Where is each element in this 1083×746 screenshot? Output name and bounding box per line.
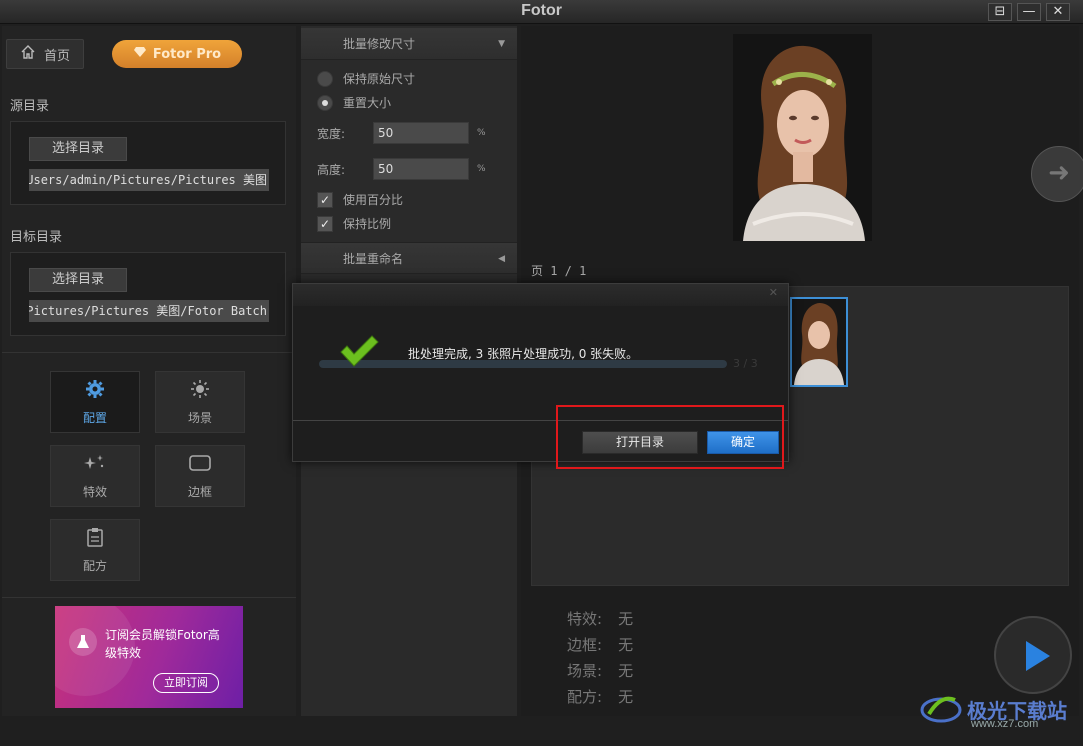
expand-arrow-icon: ◀ (498, 254, 505, 264)
home-label: 首页 (43, 48, 70, 64)
resize-label: 重置大小 (343, 96, 392, 110)
tool-scene-label: 场景 (187, 410, 212, 425)
height-row: 高度: 50 % (317, 158, 486, 180)
tool-effects-label: 特效 (82, 484, 107, 499)
info-row-scene: 场景: 无 (567, 658, 633, 684)
source-dir-label: 源目录 (10, 99, 50, 114)
subscribe-banner[interactable]: 订阅会员解锁Fotor高级特效 立即订阅 (55, 606, 243, 708)
info-value: 无 (618, 688, 634, 706)
tool-config[interactable]: 配置 (50, 371, 140, 433)
applied-settings-list: 特效: 无 边框: 无 场景: 无 配方: 无 (567, 606, 633, 710)
diamond-icon (133, 46, 147, 62)
width-unit: % (477, 128, 486, 138)
dialog-titlebar (293, 284, 788, 306)
banner-text: 订阅会员解锁Fotor高级特效 (105, 628, 220, 660)
source-path-field[interactable]: Users/admin/Pictures/Pictures 美图 (29, 169, 269, 191)
preview-image (733, 34, 872, 241)
source-dir-box: 选择目录 Users/admin/Pictures/Pictures 美图 (10, 121, 286, 205)
arrow-right-icon: ➜ (1048, 158, 1070, 188)
resize-section-header[interactable]: 批量修改尺寸 ▼ (301, 28, 517, 60)
use-percent-label: 使用百分比 (343, 193, 404, 207)
tool-recipe-label: 配方 (82, 558, 107, 573)
checkmark-icon: ✓ (317, 191, 333, 208)
minimize-button[interactable]: — (1017, 3, 1041, 21)
thumbnail-selected[interactable] (790, 297, 848, 387)
width-row: 宽度: 50 % (317, 122, 486, 144)
fotor-pro-button[interactable]: Fotor Pro (112, 40, 242, 68)
height-label: 高度: (317, 162, 346, 177)
divider (2, 352, 296, 353)
height-input[interactable]: 50 (373, 158, 469, 180)
left-panel: 首页 Fotor Pro 源目录 选择目录 Users/admin/Pictur… (2, 26, 296, 716)
keep-ratio-checkbox[interactable]: ✓ 保持比例 (317, 215, 391, 232)
window-title: Fotor (521, 2, 562, 19)
watermark-logo-icon (919, 690, 963, 729)
tool-frame-label: 边框 (187, 484, 212, 499)
tool-config-label: 配置 (82, 410, 107, 425)
restore-button[interactable]: ⊟ (988, 3, 1012, 21)
info-row-recipe: 配方: 无 (567, 684, 633, 710)
target-dir-box: 选择目录 Pictures/Pictures 美图/Fotor Batch (10, 252, 286, 336)
info-row-effects: 特效: 无 (567, 606, 633, 632)
title-bar: Fotor ⊟ — ✕ (0, 0, 1083, 24)
dialog-message: 批处理完成, 3 张照片处理成功, 0 张失败。 (408, 347, 639, 361)
divider (2, 597, 296, 598)
rename-section-header[interactable]: 批量重命名 ◀ (301, 242, 517, 274)
home-button[interactable]: 首页 (6, 39, 84, 69)
page-indicator: 页 1 / 1 (531, 264, 587, 278)
tool-frame[interactable]: 边框 (155, 445, 245, 507)
tool-recipe[interactable]: 配方 (50, 519, 140, 581)
target-path-text: Pictures/Pictures 美图/Fotor Batch (29, 304, 267, 318)
tool-scene[interactable]: 场景 (155, 371, 245, 433)
tool-effects[interactable]: 特效 (50, 445, 140, 507)
info-key: 边框: (567, 636, 603, 654)
site-watermark: 极光下载站 www.xz7.com (919, 690, 1067, 730)
close-button[interactable]: ✕ (1046, 3, 1070, 21)
gear-icon (85, 379, 105, 403)
watermark-url: www.xz7.com (971, 718, 1039, 730)
source-select-button[interactable]: 选择目录 (29, 137, 127, 161)
radio-selected-icon (317, 94, 333, 111)
success-check-icon (339, 334, 379, 371)
info-value: 无 (618, 662, 634, 680)
start-batch-button[interactable] (994, 616, 1072, 694)
info-key: 配方: (567, 688, 603, 706)
radio-icon (317, 70, 333, 87)
checkmark-icon: ✓ (317, 215, 333, 232)
info-row-frame: 边框: 无 (567, 632, 633, 658)
collapse-arrow-icon: ▼ (498, 39, 505, 49)
height-unit: % (477, 164, 486, 174)
info-value: 无 (618, 636, 634, 654)
source-path-text: Users/admin/Pictures/Pictures 美图 (29, 173, 267, 187)
flask-icon (69, 628, 97, 656)
sparkle-icon (83, 453, 107, 477)
use-percent-checkbox[interactable]: ✓ 使用百分比 (317, 191, 403, 208)
resize-header-label: 批量修改尺寸 (343, 37, 416, 51)
fotor-pro-label: Fotor Pro (152, 46, 222, 62)
resize-option[interactable]: 重置大小 (317, 94, 391, 111)
dialog-close-icon[interactable]: ✕ (769, 286, 778, 299)
info-key: 场景: (567, 662, 603, 680)
keep-ratio-label: 保持比例 (343, 217, 392, 231)
highlight-annotation (556, 405, 784, 469)
width-input[interactable]: 50 (373, 122, 469, 144)
sun-icon (190, 379, 210, 403)
keep-original-option[interactable]: 保持原始尺寸 (317, 70, 415, 87)
next-arrow-button[interactable]: ➜ (1031, 146, 1083, 202)
info-key: 特效: (567, 610, 603, 628)
target-path-field[interactable]: Pictures/Pictures 美图/Fotor Batch (29, 300, 269, 322)
clipboard-icon (85, 527, 105, 551)
home-icon (20, 44, 36, 64)
width-label: 宽度: (317, 126, 346, 141)
rename-header-label: 批量重命名 (343, 252, 404, 266)
subscribe-button[interactable]: 立即订阅 (153, 673, 219, 693)
target-select-button[interactable]: 选择目录 (29, 268, 127, 292)
progress-count: 3 / 3 (733, 357, 758, 370)
target-dir-label: 目标目录 (10, 230, 63, 245)
keep-original-label: 保持原始尺寸 (343, 72, 416, 86)
frame-icon (188, 453, 212, 477)
info-value: 无 (618, 610, 634, 628)
